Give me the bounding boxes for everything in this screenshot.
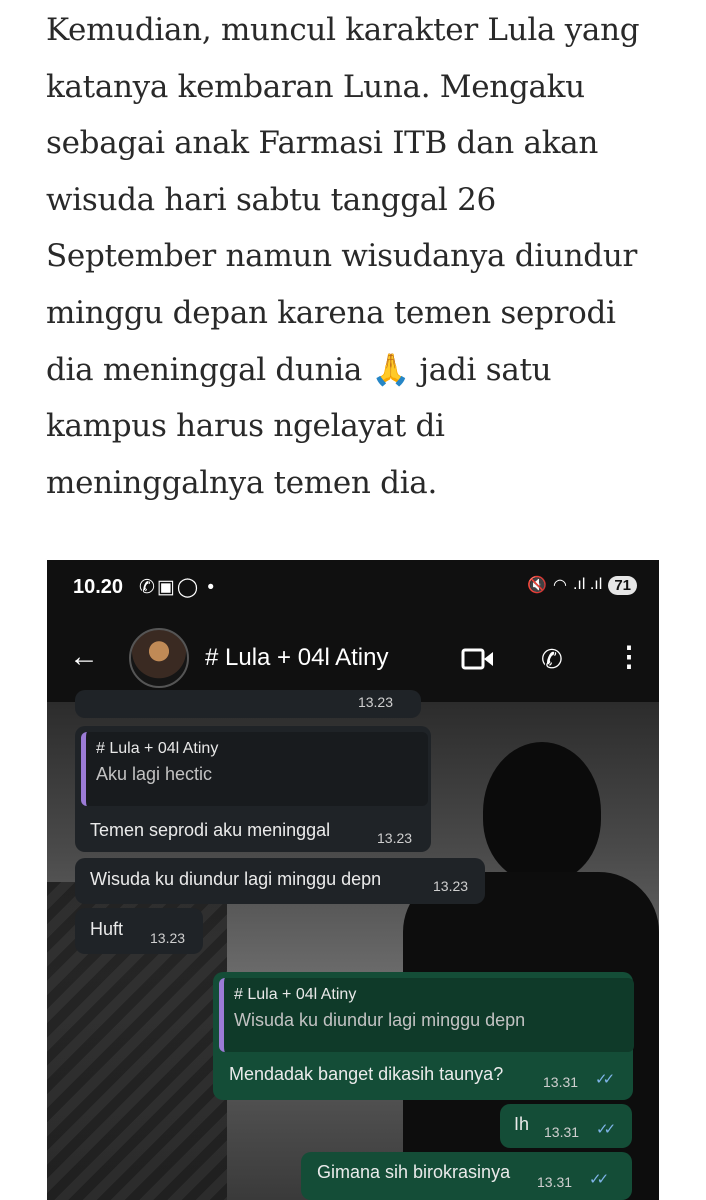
message-text: Huft	[90, 919, 124, 939]
message-text: Temen seprodi aku meninggal	[90, 820, 331, 840]
quoted-message[interactable]: # Lula + 04l Atiny Aku lagi hectic	[81, 732, 428, 806]
signal-icon: .ıl .ıl	[572, 576, 603, 593]
video-call-icon[interactable]	[461, 646, 495, 677]
double-check-icon: ✓✓	[589, 1171, 609, 1188]
whatsapp-icon: ✆	[139, 577, 157, 598]
message-text: Mendadak banget dikasih taunya?	[229, 1064, 504, 1084]
message-quoted-out[interactable]: # Lula + 04l Atiny Wisuda ku diundur lag…	[213, 972, 634, 1100]
double-check-icon: ✓✓	[595, 1071, 615, 1088]
message-time: 13.23	[433, 878, 469, 894]
message-text: Ih	[514, 1114, 530, 1134]
phone-icon[interactable]: ✆	[541, 644, 563, 675]
more-icon[interactable]: ⋮	[615, 640, 643, 673]
article-text: Kemudian, muncul karakter Lula yang kata…	[46, 2, 666, 511]
message-time: 13.23	[377, 830, 413, 846]
notification-icons: ✆▣◯ •	[139, 576, 216, 599]
wifi-icon: ◠	[553, 577, 567, 594]
chat-background: 13.23 # Lula + 04l Atiny Aku lagi hectic…	[47, 690, 659, 1200]
screenshot-icon: ▣	[156, 577, 177, 598]
status-bar: 10.20 ✆▣◯ • 🔇 ◠ .ıl .ıl 71	[47, 560, 659, 616]
message-text: Wisuda ku diundur lagi minggu depn	[90, 869, 382, 889]
quoted-message[interactable]: # Lula + 04l Atiny Wisuda ku diundur lag…	[219, 978, 634, 1052]
message-time: 13.23	[357, 694, 393, 710]
quote-text: Aku lagi hectic	[96, 764, 213, 784]
avatar[interactable]	[129, 628, 189, 688]
article-paragraph: Kemudian, muncul karakter Lula yang kata…	[46, 12, 640, 501]
chat-title[interactable]: # Lula + 04l Atiny	[205, 644, 388, 672]
quote-text: Wisuda ku diundur lagi minggu depn	[234, 1010, 526, 1030]
wallpaper-silhouette	[483, 742, 601, 882]
message-text: Gimana sih birokrasinya	[317, 1162, 511, 1182]
message-in[interactable]: Huft 13.23	[75, 908, 203, 954]
message-time: 13.31	[543, 1074, 579, 1090]
double-check-icon: ✓✓	[596, 1121, 616, 1138]
system-icons: 🔇 ◠ .ıl .ıl 71	[527, 575, 637, 595]
quote-author: # Lula + 04l Atiny	[96, 740, 219, 757]
chat-icon: ◯	[176, 577, 201, 598]
message-time: 13.31	[537, 1174, 573, 1190]
message-quoted-in[interactable]: # Lula + 04l Atiny Aku lagi hectic Temen…	[75, 726, 431, 852]
quote-author: # Lula + 04l Atiny	[234, 986, 357, 1003]
chat-screenshot: 10.20 ✆▣◯ • 🔇 ◠ .ıl .ıl 71 ← # Lula + 04…	[47, 560, 659, 1200]
message-out[interactable]: Ih 13.31 ✓✓	[500, 1104, 632, 1148]
mute-icon: 🔇	[527, 577, 547, 594]
dot-icon: •	[207, 577, 217, 598]
message-partial[interactable]: 13.23	[75, 690, 421, 718]
back-arrow-icon[interactable]: ←	[69, 640, 99, 674]
battery-badge: 71	[608, 575, 637, 595]
message-out[interactable]: Gimana sih birokrasinya 13.31 ✓✓	[301, 1152, 632, 1200]
message-time: 13.23	[150, 930, 186, 946]
message-in[interactable]: Wisuda ku diundur lagi minggu depn 13.23	[75, 858, 485, 904]
status-time: 10.20	[73, 576, 124, 598]
message-time: 13.31	[544, 1124, 580, 1140]
